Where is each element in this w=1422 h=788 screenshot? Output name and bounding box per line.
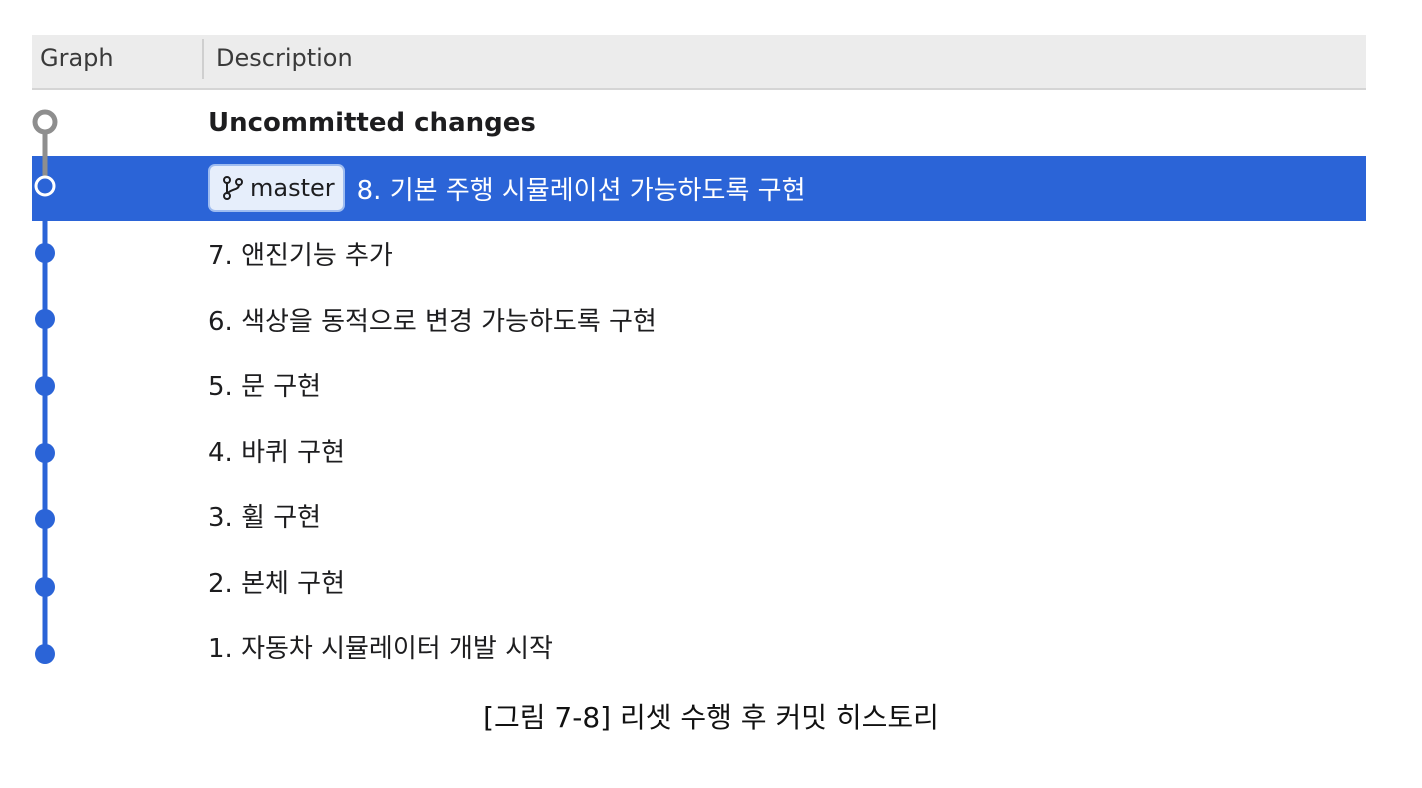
commit-row-head[interactable]: master 8. 기본 주행 시뮬레이션 가능하도록 구현	[32, 155, 1366, 221]
commit-row[interactable]: 6. 색상을 동적으로 변경 가능하도록 구현	[32, 287, 1366, 353]
commit-row[interactable]: 1. 자동차 시뮬레이터 개발 시작	[32, 614, 1366, 680]
branch-label: master	[250, 174, 335, 203]
commit-row[interactable]: 4. 바퀴 구현	[32, 418, 1366, 484]
commit-node	[35, 376, 55, 396]
commit-node	[35, 509, 55, 529]
commit-graph	[32, 109, 58, 664]
head-commit-node	[34, 175, 56, 197]
commit-node	[35, 243, 55, 263]
commit-history-panel: Graph Description Uncommitted changes ma…	[32, 35, 1366, 685]
commit-node	[35, 309, 55, 329]
commit-description: Uncommitted changes	[208, 107, 536, 138]
commit-description: 8. 기본 주행 시뮬레이션 가능하도록 구현	[356, 175, 806, 206]
commit-row[interactable]: 2. 본체 구현	[32, 549, 1366, 615]
column-header-description[interactable]: Description	[216, 35, 353, 81]
commit-row[interactable]: 5. 문 구현	[32, 352, 1366, 418]
column-header-graph[interactable]: Graph	[40, 35, 114, 81]
commit-description: 3. 휠 구현	[208, 503, 322, 534]
commit-description: 4. 바퀴 구현	[208, 437, 346, 468]
commit-description: 7. 앤진기능 추가	[208, 241, 393, 272]
git-branch-icon	[223, 176, 243, 201]
commit-description: 5. 문 구현	[208, 372, 322, 403]
column-divider[interactable]	[202, 39, 204, 79]
commit-node	[35, 644, 55, 664]
branch-tag-master[interactable]: master	[208, 164, 345, 213]
commit-row-uncommitted[interactable]: Uncommitted changes	[32, 90, 1366, 156]
commit-list: Uncommitted changes master 8. 기본 주행 시뮬레이…	[32, 90, 1366, 680]
commit-node	[35, 577, 55, 597]
commit-row[interactable]: 3. 휠 구현	[32, 483, 1366, 549]
commit-node	[35, 443, 55, 463]
figure-caption: [그림 7-8] 리셋 수행 후 커밋 히스토리	[483, 701, 939, 734]
commit-description: 1. 자동차 시뮬레이터 개발 시작	[208, 634, 553, 665]
commit-description: 2. 본체 구현	[208, 568, 346, 599]
table-header: Graph Description	[32, 35, 1366, 90]
commit-description: 6. 색상을 동적으로 변경 가능하도록 구현	[208, 306, 657, 337]
commit-row[interactable]: 7. 앤진기능 추가	[32, 221, 1366, 287]
uncommitted-node	[32, 109, 58, 135]
